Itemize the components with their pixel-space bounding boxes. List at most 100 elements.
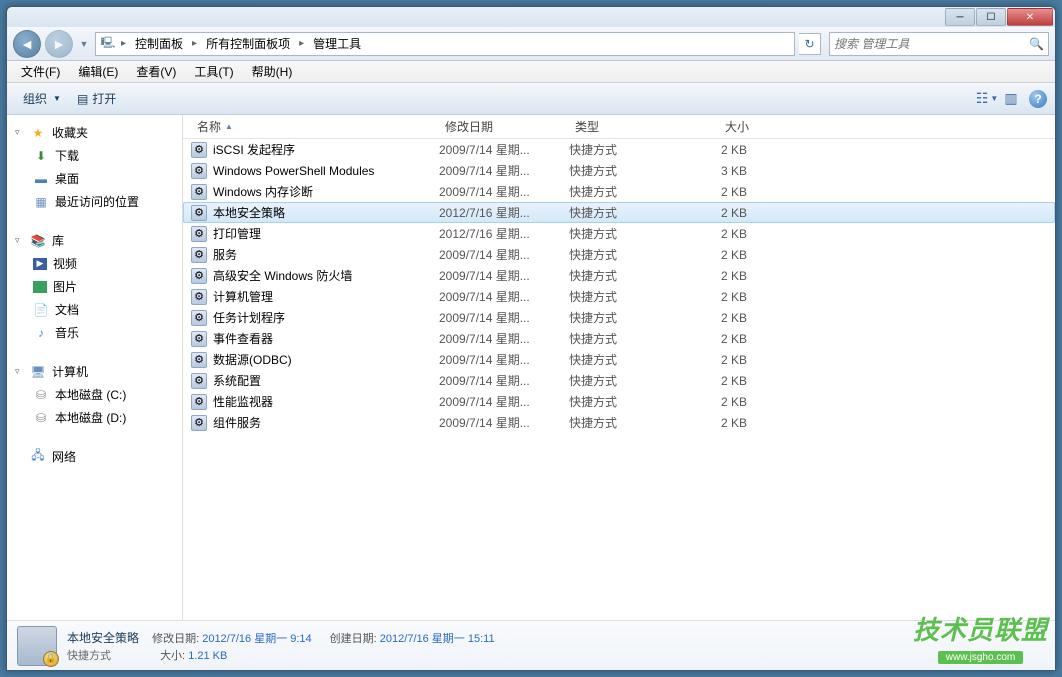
address-bar[interactable]: 🖳 ▸ 控制面板 ▸ 所有控制面板项 ▸ 管理工具 bbox=[95, 32, 795, 56]
menu-help[interactable]: 帮助(H) bbox=[244, 61, 301, 82]
sidebar-computer-header[interactable]: ▿🖥计算机 bbox=[7, 360, 182, 383]
file-row[interactable]: ⚙Windows 内存诊断2009/7/14 星期...快捷方式2 KB bbox=[183, 181, 1055, 202]
minimize-button[interactable]: ─ bbox=[945, 8, 975, 26]
chevron-down-icon: ▼ bbox=[53, 94, 61, 103]
close-button[interactable]: ✕ bbox=[1007, 8, 1053, 26]
sidebar-item-drive-d[interactable]: ⛁本地磁盘 (D:) bbox=[7, 406, 182, 429]
file-row[interactable]: ⚙组件服务2009/7/14 星期...快捷方式2 KB bbox=[183, 412, 1055, 433]
open-button[interactable]: ▤打开 bbox=[69, 86, 124, 111]
file-row[interactable]: ⚙高级安全 Windows 防火墙2009/7/14 星期...快捷方式2 KB bbox=[183, 265, 1055, 286]
sidebar-item-videos[interactable]: ▶视频 bbox=[7, 252, 182, 275]
chevron-right-icon: ▸ bbox=[119, 38, 128, 49]
navigation-pane[interactable]: ▿★收藏夹 ⬇下载 ▬桌面 ▦最近访问的位置 ▿📚库 ▶视频 图片 📄文档 ♪音… bbox=[7, 115, 183, 620]
breadcrumb-item[interactable]: 管理工具 bbox=[309, 33, 365, 54]
file-name: 任务计划程序 bbox=[213, 309, 285, 326]
menu-edit[interactable]: 编辑(E) bbox=[70, 61, 126, 82]
file-type: 快捷方式 bbox=[569, 162, 677, 179]
forward-button[interactable]: ► bbox=[45, 30, 73, 58]
sidebar-item-recent[interactable]: ▦最近访问的位置 bbox=[7, 190, 182, 213]
sidebar-item-music[interactable]: ♪音乐 bbox=[7, 321, 182, 344]
menu-tools[interactable]: 工具(T) bbox=[186, 61, 241, 82]
file-row[interactable]: ⚙数据源(ODBC)2009/7/14 星期...快捷方式2 KB bbox=[183, 349, 1055, 370]
document-icon: 📄 bbox=[33, 302, 49, 318]
file-row[interactable]: ⚙ 服务 2009/7/14 星期...快捷方式2 KB bbox=[183, 244, 1055, 265]
file-list[interactable]: ⚙iSCSI 发起程序2009/7/14 星期...快捷方式2 KB⚙Windo… bbox=[183, 139, 1055, 620]
shortcut-icon: ⚙ bbox=[191, 415, 207, 431]
breadcrumb-item[interactable]: 所有控制面板项 bbox=[202, 33, 294, 54]
file-size: 2 KB bbox=[677, 248, 755, 262]
music-icon: ♪ bbox=[33, 325, 49, 341]
file-row[interactable]: ⚙计算机管理2009/7/14 星期...快捷方式2 KB bbox=[183, 286, 1055, 307]
file-row[interactable]: ⚙本地安全策略2012/7/16 星期...快捷方式2 KB bbox=[183, 202, 1055, 223]
back-button[interactable]: ◄ bbox=[13, 30, 41, 58]
file-row[interactable]: ⚙系统配置2009/7/14 星期...快捷方式2 KB bbox=[183, 370, 1055, 391]
breadcrumb-item[interactable]: 控制面板 bbox=[131, 33, 187, 54]
sidebar-item-desktop[interactable]: ▬桌面 bbox=[7, 167, 182, 190]
nav-history-dropdown[interactable]: ▼ bbox=[77, 30, 91, 58]
file-row[interactable]: ⚙任务计划程序2009/7/14 星期...快捷方式2 KB bbox=[183, 307, 1055, 328]
column-type[interactable]: 类型 bbox=[569, 115, 677, 139]
column-date[interactable]: 修改日期 bbox=[439, 115, 569, 139]
refresh-button[interactable]: ↻ bbox=[799, 33, 821, 55]
file-name: 组件服务 bbox=[213, 414, 261, 431]
file-date: 2009/7/14 星期... bbox=[439, 246, 569, 263]
column-name[interactable]: 名称▲ bbox=[191, 115, 439, 139]
file-size: 2 KB bbox=[677, 290, 755, 304]
file-row[interactable]: ⚙iSCSI 发起程序2009/7/14 星期...快捷方式2 KB bbox=[183, 139, 1055, 160]
sidebar-item-pictures[interactable]: 图片 bbox=[7, 275, 182, 298]
shortcut-icon: ⚙ bbox=[191, 247, 207, 263]
menu-file[interactable]: 文件(F) bbox=[13, 61, 68, 82]
maximize-button[interactable]: ☐ bbox=[976, 8, 1006, 26]
view-options-button[interactable]: ☷▼ bbox=[975, 87, 999, 111]
file-type: 快捷方式 bbox=[569, 225, 677, 242]
collapse-icon: ▿ bbox=[15, 366, 24, 377]
search-box[interactable]: 🔍 bbox=[829, 32, 1049, 56]
sidebar-libraries-header[interactable]: ▿📚库 bbox=[7, 229, 182, 252]
file-size: 2 KB bbox=[677, 353, 755, 367]
shortcut-icon: ⚙ bbox=[191, 205, 207, 221]
sidebar-favorites-header[interactable]: ▿★收藏夹 bbox=[7, 121, 182, 144]
file-name: iSCSI 发起程序 bbox=[213, 141, 295, 158]
search-icon[interactable]: 🔍 bbox=[1029, 37, 1044, 51]
help-button[interactable]: ? bbox=[1029, 90, 1047, 108]
menu-view[interactable]: 查看(V) bbox=[128, 61, 184, 82]
shortcut-icon: ⚙ bbox=[191, 163, 207, 179]
chevron-right-icon: ▸ bbox=[190, 38, 199, 49]
download-icon: ⬇ bbox=[33, 148, 49, 164]
watermark-url: www.jsgho.com bbox=[938, 651, 1023, 664]
file-type: 快捷方式 bbox=[569, 246, 677, 263]
details-file-icon: 🔒 bbox=[17, 626, 57, 666]
file-name: 事件查看器 bbox=[213, 330, 273, 347]
file-size: 2 KB bbox=[677, 206, 755, 220]
sidebar-item-downloads[interactable]: ⬇下载 bbox=[7, 144, 182, 167]
file-name: 本地安全策略 bbox=[213, 204, 285, 221]
watermark: 技术员联盟 www.jsgho.com bbox=[913, 610, 1048, 665]
sidebar-libraries: ▿📚库 ▶视频 图片 📄文档 ♪音乐 bbox=[7, 229, 182, 344]
sidebar-computer: ▿🖥计算机 ⛁本地磁盘 (C:) ⛁本地磁盘 (D:) bbox=[7, 360, 182, 429]
file-date: 2009/7/14 星期... bbox=[439, 351, 569, 368]
file-row[interactable]: ⚙Windows PowerShell Modules2009/7/14 星期.… bbox=[183, 160, 1055, 181]
sidebar-network-header[interactable]: 🖧网络 bbox=[7, 445, 182, 468]
file-name: 打印管理 bbox=[213, 225, 261, 242]
search-input[interactable] bbox=[834, 37, 1029, 51]
drive-icon: ⛁ bbox=[33, 387, 49, 403]
preview-pane-button[interactable]: ▥ bbox=[999, 87, 1023, 111]
file-date: 2009/7/14 星期... bbox=[439, 141, 569, 158]
organize-button[interactable]: 组织▼ bbox=[15, 86, 69, 111]
shortcut-icon: ⚙ bbox=[191, 352, 207, 368]
shortcut-icon: ⚙ bbox=[191, 394, 207, 410]
file-date: 2012/7/16 星期... bbox=[439, 204, 569, 221]
recent-icon: ▦ bbox=[33, 194, 49, 210]
column-size[interactable]: 大小 bbox=[677, 115, 755, 139]
file-name: 服务 bbox=[213, 246, 237, 263]
file-row[interactable]: ⚙事件查看器2009/7/14 星期...快捷方式2 KB bbox=[183, 328, 1055, 349]
lock-icon: 🔒 bbox=[43, 651, 59, 667]
file-name: 计算机管理 bbox=[213, 288, 273, 305]
file-row[interactable]: ⚙打印管理2012/7/16 星期...快捷方式2 KB bbox=[183, 223, 1055, 244]
sidebar-item-documents[interactable]: 📄文档 bbox=[7, 298, 182, 321]
file-size: 2 KB bbox=[677, 227, 755, 241]
shortcut-icon: ⚙ bbox=[191, 142, 207, 158]
sidebar-item-drive-c[interactable]: ⛁本地磁盘 (C:) bbox=[7, 383, 182, 406]
file-row[interactable]: ⚙性能监视器2009/7/14 星期...快捷方式2 KB bbox=[183, 391, 1055, 412]
star-icon: ★ bbox=[30, 125, 46, 141]
